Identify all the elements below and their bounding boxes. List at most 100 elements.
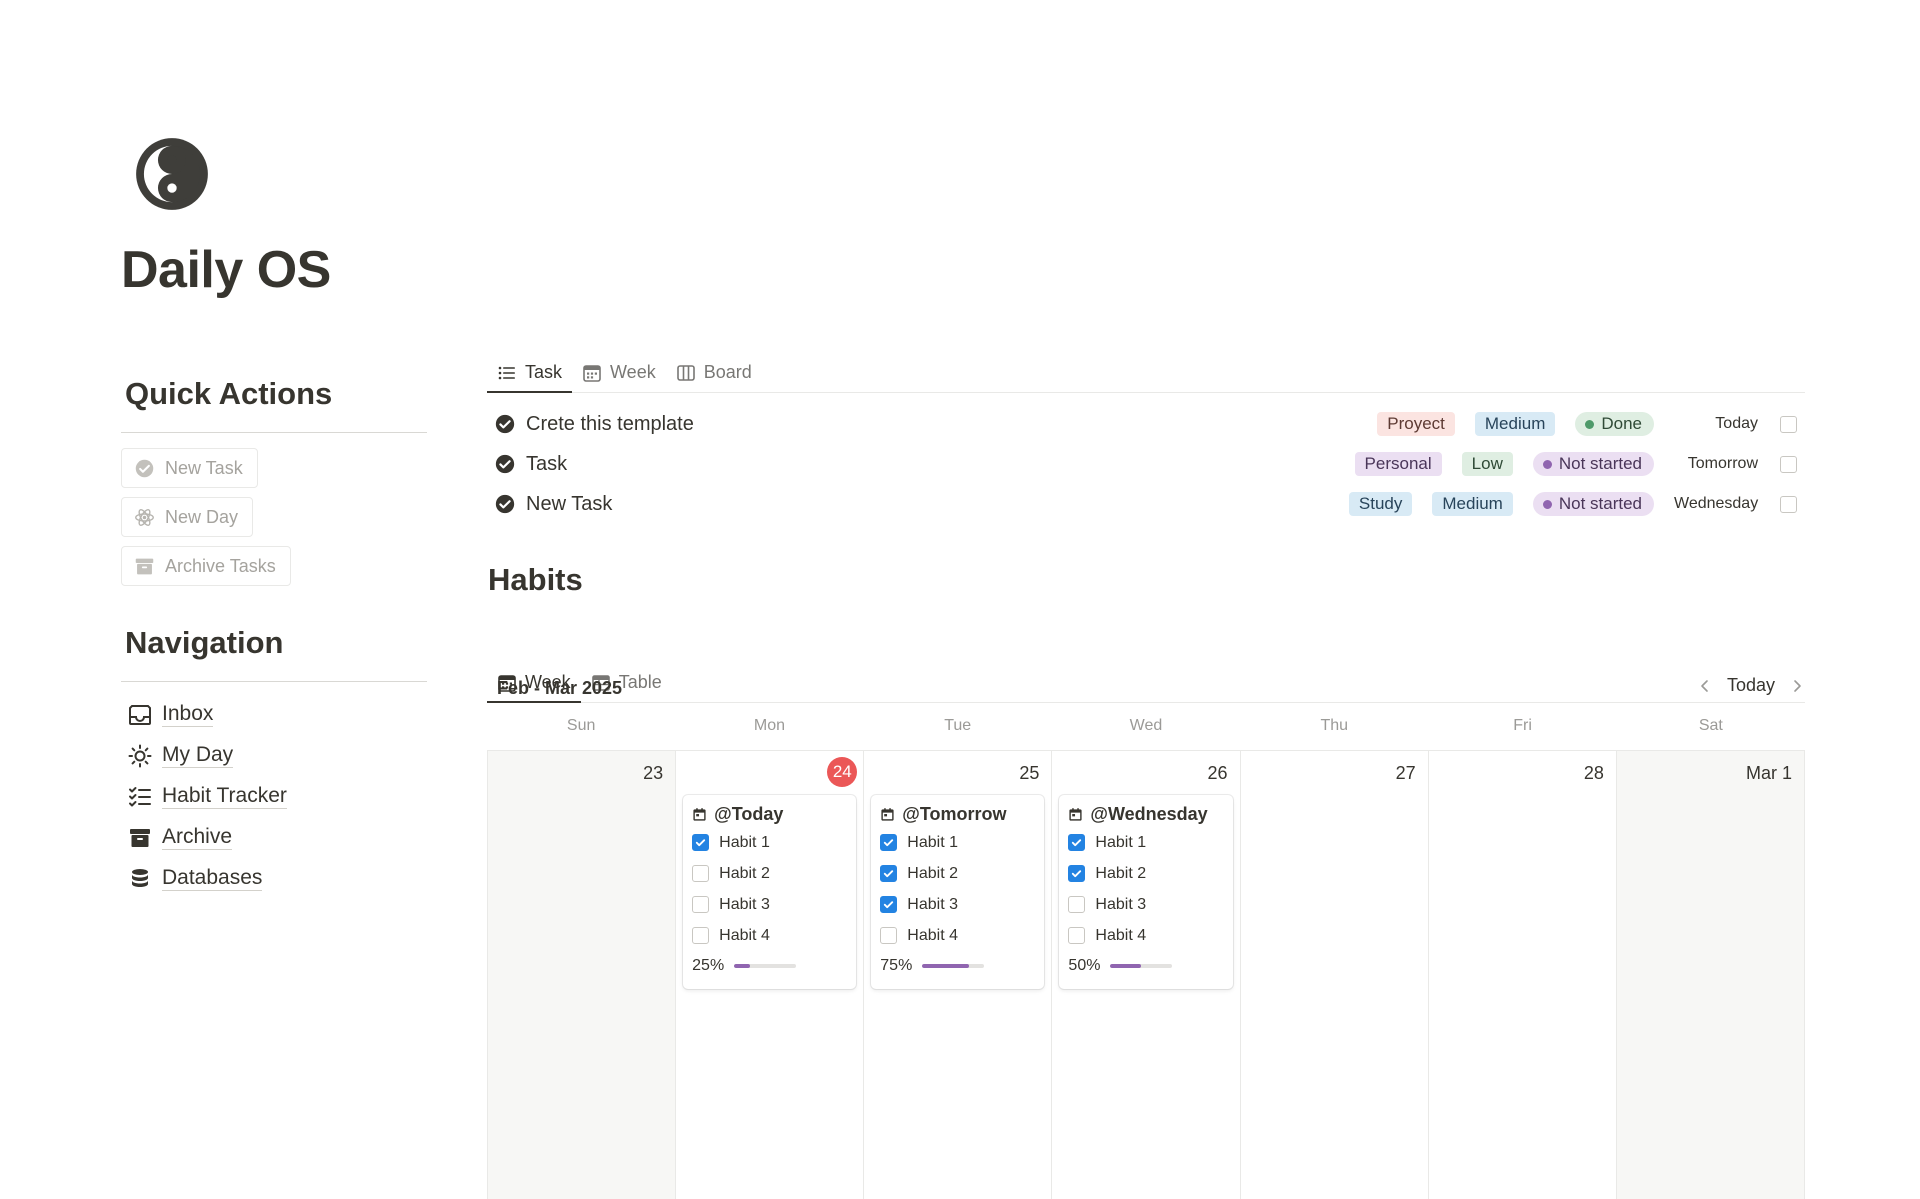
day-cell[interactable]: 26 @Wednesday Habit 1 Habit 2 Habit 3 Habit 4… <box>1052 751 1241 1199</box>
weekday-label: Tue <box>944 717 972 734</box>
status-dot <box>1585 419 1595 429</box>
tab-week[interactable]: Week <box>572 353 666 392</box>
tab-label: Table <box>618 672 662 692</box>
habit-checkbox[interactable] <box>880 927 898 944</box>
checkmark-icon <box>884 901 894 909</box>
category-tag[interactable]: Study <box>1348 492 1413 516</box>
quick-actions-list: New Task New Day Archive Tasks <box>121 448 427 595</box>
nav-item-inbox[interactable]: Inbox <box>121 694 427 735</box>
database-icon <box>132 868 148 887</box>
priority-tag[interactable]: Medium <box>1432 492 1513 516</box>
tab-label: Week <box>610 362 656 382</box>
nav-item-label: Archive <box>162 825 233 850</box>
task-row[interactable]: New Task Study Medium Not started Wednesday <box>487 484 1805 524</box>
nav-item-label: Inbox <box>162 702 214 727</box>
habit-row: Habit 2 <box>1068 858 1224 889</box>
card-title: @Tomorrow <box>880 801 1036 827</box>
nav-item-habit-tracker[interactable]: Habit Tracker <box>121 776 427 817</box>
weekday-label: Sat <box>1698 717 1723 734</box>
habit-checkbox[interactable] <box>692 927 710 944</box>
habit-row: Habit 1 <box>880 827 1036 858</box>
progress-bar <box>922 964 985 968</box>
nav-item-archive[interactable]: Archive <box>121 817 427 858</box>
habit-day-card[interactable]: @Tomorrow Habit 1 Habit 2 Habit 3 Habit 4 75% <box>871 795 1045 989</box>
habit-row: Habit 4 <box>880 920 1036 951</box>
habit-label: Habit 1 <box>719 833 770 851</box>
habit-row: Habit 2 <box>692 858 848 889</box>
task-name[interactable]: Crete this template <box>526 413 694 436</box>
new-day-button[interactable]: New Day <box>121 497 254 537</box>
divider <box>121 432 427 433</box>
card-title-text: @Wednesday <box>1090 803 1208 824</box>
day-cell[interactable]: 27 <box>1241 751 1429 1199</box>
nav-item-label: Databases <box>162 866 263 891</box>
weekday-label: Sun <box>566 717 596 734</box>
task-name[interactable]: New Task <box>526 493 612 516</box>
calendar-page-icon <box>1069 807 1083 821</box>
priority-tag[interactable]: Medium <box>1474 412 1556 436</box>
nav-item-my-day[interactable]: My Day <box>121 735 427 776</box>
habit-row: Habit 1 <box>692 827 848 858</box>
habit-label: Habit 3 <box>907 895 958 913</box>
yin-yang-icon[interactable] <box>133 135 211 213</box>
checkmark-icon <box>695 839 706 847</box>
task-row[interactable]: Task Personal Low Not started Tomorrow <box>487 444 1805 484</box>
status-dot <box>1542 459 1552 469</box>
tab-task[interactable]: Task <box>487 353 573 393</box>
habit-row: Habit 3 <box>692 889 848 920</box>
priority-tag[interactable]: Low <box>1461 452 1513 476</box>
progress-bar <box>1110 964 1173 968</box>
chevron-right-icon[interactable] <box>1789 678 1805 694</box>
habit-label: Habit 1 <box>907 833 958 851</box>
progress-percent: 50% <box>1068 957 1101 974</box>
task-checkbox[interactable] <box>1780 415 1797 433</box>
habit-checkbox[interactable] <box>880 834 898 851</box>
new-task-button[interactable]: New Task <box>121 448 258 488</box>
new-day-button-label: New Day <box>165 506 239 527</box>
habit-checkbox[interactable] <box>1068 927 1086 944</box>
status-badge[interactable]: Done <box>1575 412 1654 436</box>
status-badge[interactable]: Not started <box>1532 452 1654 476</box>
check-circle-icon <box>495 454 515 474</box>
category-tag[interactable]: Proyect <box>1377 412 1455 436</box>
nav-item-databases[interactable]: Databases <box>121 858 427 899</box>
habit-row: Habit 1 <box>1068 827 1224 858</box>
day-cell[interactable]: 23 <box>488 751 677 1199</box>
habit-checkbox[interactable] <box>1068 896 1086 913</box>
tab-board[interactable]: Board <box>666 353 762 392</box>
category-tag[interactable]: Personal <box>1354 452 1442 476</box>
habit-checkbox[interactable] <box>692 896 710 913</box>
task-checkbox[interactable] <box>1780 455 1797 473</box>
status-badge[interactable]: Not started <box>1532 492 1654 516</box>
task-checkbox[interactable] <box>1780 495 1797 513</box>
habit-checkbox[interactable] <box>1068 865 1086 882</box>
check-circle-icon <box>495 494 515 514</box>
day-cell[interactable]: 24 @Today Habit 1 Habit 2 Habit 3 Habit 4 25% <box>676 751 865 1199</box>
task-row[interactable]: Crete this template Proyect Medium Done Toda… <box>487 404 1805 444</box>
habit-checkbox[interactable] <box>880 865 898 882</box>
card-title-text: @Tomorrow <box>902 803 1007 824</box>
day-cell[interactable]: 25 @Tomorrow Habit 1 Habit 2 Habit 3 Habit 4 7… <box>864 751 1053 1199</box>
habit-row: Habit 3 <box>880 889 1036 920</box>
habit-label: Habit 4 <box>1095 926 1147 944</box>
habit-checkbox[interactable] <box>880 896 898 913</box>
habit-day-card[interactable]: @Wednesday Habit 1 Habit 2 Habit 3 Habit 4 50… <box>1059 795 1233 989</box>
day-cell[interactable]: 28 <box>1429 751 1617 1199</box>
habit-checkbox[interactable] <box>692 865 710 882</box>
list-icon <box>498 366 515 379</box>
habit-progress: 75% <box>880 951 1036 981</box>
habit-checkbox[interactable] <box>692 834 710 851</box>
today-button[interactable]: Today <box>1727 675 1775 696</box>
weekday-label: Fri <box>1513 717 1532 734</box>
day-cell[interactable]: Mar 1 <box>1616 751 1805 1199</box>
progress-percent: 75% <box>880 957 913 974</box>
chevron-left-icon[interactable] <box>1697 678 1713 694</box>
task-name[interactable]: Task <box>526 453 567 476</box>
tab-label: Task <box>525 362 563 382</box>
task-list: Crete this template Proyect Medium Done Toda… <box>487 404 1805 524</box>
task-properties: Proyect Medium Done Today <box>1357 404 1805 444</box>
habit-day-card[interactable]: @Today Habit 1 Habit 2 Habit 3 Habit 4 25% <box>683 795 857 989</box>
archive-tasks-button[interactable]: Archive Tasks <box>121 546 291 586</box>
habit-checkbox[interactable] <box>1068 834 1086 851</box>
calendar-range-label: Feb - Mar 2025 <box>497 678 623 698</box>
